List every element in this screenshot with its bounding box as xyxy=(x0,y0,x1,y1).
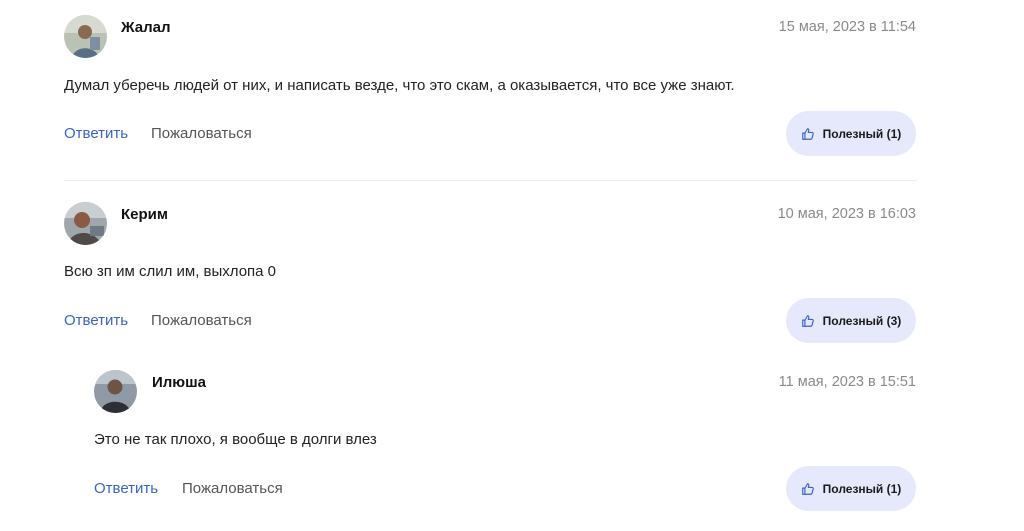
useful-button[interactable]: Полезный (3) xyxy=(786,298,916,343)
avatar[interactable] xyxy=(94,370,137,413)
comment-text: Это не так плохо, я вообще в долги влез xyxy=(94,431,377,448)
comment-date: 11 мая, 2023 в 15:51 xyxy=(778,374,916,390)
thumbs-up-icon xyxy=(801,314,814,327)
avatar[interactable] xyxy=(64,202,107,245)
useful-count-label: Полезный (1) xyxy=(822,481,902,496)
comment-date: 10 мая, 2023 в 16:03 xyxy=(777,206,916,222)
useful-count-label: Полезный (3) xyxy=(822,313,902,328)
comment-text: Всю зп им слил им, выхлопа 0 xyxy=(64,263,277,280)
thumbs-up-icon xyxy=(801,482,814,495)
reply-button[interactable]: Ответить xyxy=(94,480,158,497)
useful-button[interactable]: Полезный (1) xyxy=(786,466,916,511)
comment-author[interactable]: Илюша xyxy=(152,374,206,391)
reply-button[interactable]: Ответить xyxy=(64,312,128,329)
comment: Керим 10 мая, 2023 в 16:03 Всю зп им сли… xyxy=(0,0,1024,531)
report-button[interactable]: Пожаловаться xyxy=(151,312,252,329)
report-button[interactable]: Пожаловаться xyxy=(182,480,283,497)
comment-author[interactable]: Керим xyxy=(121,206,168,223)
